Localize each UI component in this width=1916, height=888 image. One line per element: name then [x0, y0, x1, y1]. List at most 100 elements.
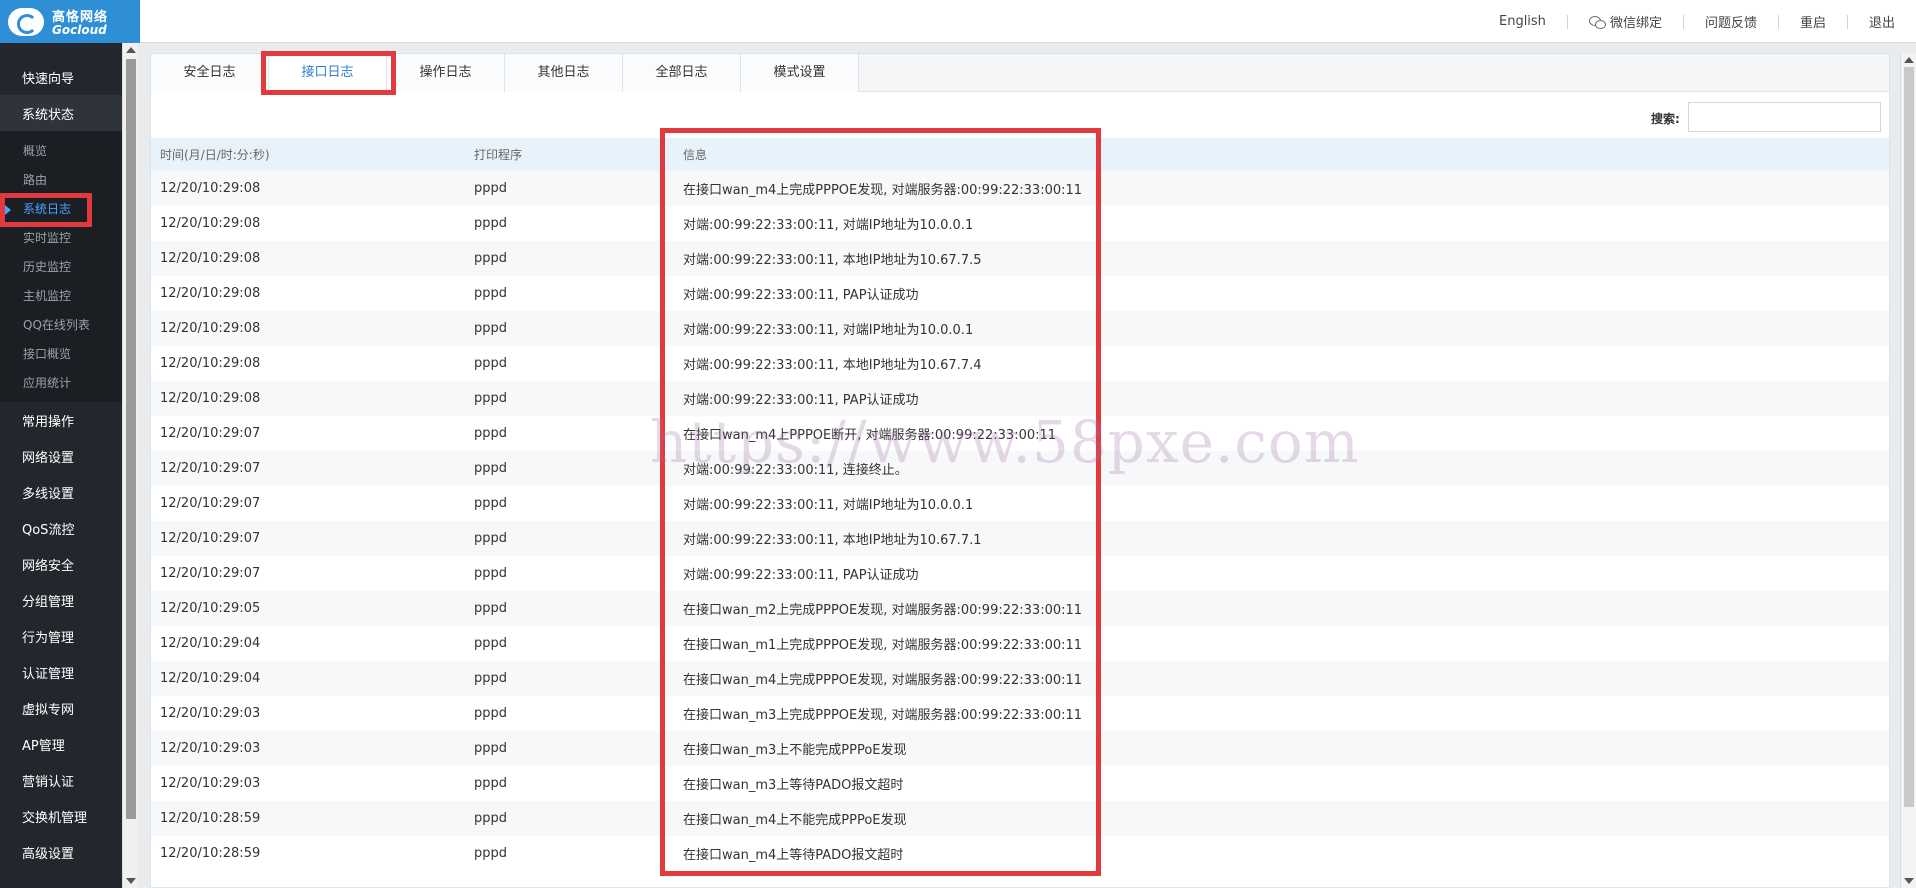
table-row[interactable]: 12/20/10:29:07 pppd 对端:00:99:22:33:00:11, …	[151, 486, 1889, 521]
table-row[interactable]: 12/20/10:29:03 pppd 在接口wan_m3上不能完成PPPoE发现	[151, 731, 1889, 766]
topnav-item-3[interactable]: 重启	[1777, 14, 1847, 31]
table-row[interactable]: 12/20/10:29:08 pppd 对端:00:99:22:33:00:11, …	[151, 311, 1889, 346]
topnav-label: 微信绑定	[1609, 16, 1662, 31]
table-row[interactable]: 12/20/10:29:04 pppd 在接口wan_m4上完成PPPOE发现, 对…	[151, 661, 1889, 696]
main-scroll-thumb[interactable]	[1904, 67, 1914, 807]
sidebar-group-3[interactable]: 网络设置	[0, 438, 122, 474]
sidebar-scroll-thumb[interactable]	[126, 59, 136, 819]
sidebar-scrollbar[interactable]	[122, 43, 138, 888]
column-time-header: 时间(月/日/时:分:秒)	[160, 148, 270, 162]
column-program-header: 打印程序	[474, 148, 523, 162]
table-row[interactable]: 12/20/10:29:07 pppd 对端:00:99:22:33:00:11, …	[151, 556, 1889, 591]
topnav-item-2[interactable]: 问题反馈	[1682, 14, 1778, 31]
column-program-cell: pppd	[474, 321, 508, 336]
sidebar-group-14[interactable]: 高级设置	[0, 834, 122, 870]
scroll-down-arrow-icon[interactable]	[1904, 878, 1914, 884]
sidebar-item-0[interactable]: 概览	[0, 137, 122, 166]
table-row[interactable]: 12/20/10:29:04 pppd 在接口wan_m1上完成PPPOE发现, 对…	[151, 626, 1889, 661]
table-row[interactable]: 12/20/10:29:08 pppd 对端:00:99:22:33:00:11, …	[151, 346, 1889, 381]
table-row[interactable]: 12/20/10:29:08 pppd 在接口wan_m4上完成PPPOE发现, 对…	[151, 171, 1889, 206]
tab-2[interactable]: 操作日志	[387, 54, 505, 92]
sidebar-group-1[interactable]: 系统状态	[0, 95, 122, 131]
topnav-label: 问题反馈	[1704, 16, 1757, 31]
sidebar-group-6[interactable]: 网络安全	[0, 546, 122, 582]
sidebar-group-8[interactable]: 行为管理	[0, 618, 122, 654]
sidebar-group-0[interactable]: 快速向导	[0, 59, 122, 95]
sidebar-item-8[interactable]: 应用统计	[0, 369, 122, 398]
column-time-cell: 12/20/10:29:03	[160, 741, 261, 756]
column-time-cell: 12/20/10:29:07	[160, 426, 261, 441]
sidebar-item-3[interactable]: 实时监控	[0, 224, 122, 253]
search-label: 搜索:	[1651, 112, 1680, 126]
wechat-icon	[1588, 15, 1606, 29]
column-program-cell: pppd	[474, 776, 508, 791]
scroll-down-arrow-icon[interactable]	[126, 878, 136, 884]
scroll-up-arrow-icon[interactable]	[1904, 57, 1914, 63]
table-row[interactable]: 12/20/10:28:59 pppd 在接口wan_m4上等待PADO报文超时	[151, 836, 1889, 871]
log-tabs: 安全日志 接口日志 操作日志 其他日志 全部日志 模式设置	[151, 54, 1889, 93]
column-info-cell: 在接口wan_m3上完成PPPOE发现, 对端服务器:00:99:22:33:0…	[683, 708, 1083, 723]
sidebar-item-6[interactable]: QQ在线列表	[0, 311, 122, 340]
main-scrollbar[interactable]	[1900, 53, 1916, 888]
column-time-cell: 12/20/10:28:59	[160, 846, 261, 861]
column-program-cell: pppd	[474, 706, 508, 721]
column-info-cell: 在接口wan_m4上不能完成PPPoE发现	[683, 813, 907, 828]
sidebar-item-2[interactable]: 系统日志	[0, 195, 122, 224]
tab-1[interactable]: 接口日志	[269, 54, 387, 93]
topnav-item-0[interactable]: English	[1478, 14, 1567, 29]
column-time-cell: 12/20/10:29:07	[160, 531, 261, 546]
table-row[interactable]: 12/20/10:29:07 pppd 对端:00:99:22:33:00:11, …	[151, 521, 1889, 556]
table-row[interactable]: 12/20/10:28:59 pppd 在接口wan_m4上不能完成PPPoE发现	[151, 801, 1889, 836]
table-row[interactable]: 12/20/10:29:08 pppd 对端:00:99:22:33:00:11, …	[151, 381, 1889, 416]
column-time-cell: 12/20/10:28:59	[160, 811, 261, 826]
sidebar-item-7[interactable]: 接口概览	[0, 340, 122, 369]
column-program-cell: pppd	[474, 741, 508, 756]
column-info-cell: 在接口wan_m4上等待PADO报文超时	[683, 848, 904, 863]
sidebar-group-12[interactable]: 营销认证	[0, 762, 122, 798]
column-program-cell: pppd	[474, 286, 508, 301]
tab-4[interactable]: 全部日志	[623, 54, 741, 92]
sidebar-group-10[interactable]: 虚拟专网	[0, 690, 122, 726]
column-program-cell: pppd	[474, 251, 508, 266]
column-program-cell: pppd	[474, 181, 508, 196]
topnav-item-4[interactable]: 退出	[1846, 14, 1916, 31]
column-program-cell: pppd	[474, 601, 508, 616]
sidebar-group-4[interactable]: 多线设置	[0, 474, 122, 510]
column-time-cell: 12/20/10:29:07	[160, 496, 261, 511]
column-program-cell: pppd	[474, 496, 508, 511]
sidebar-group-13[interactable]: 交换机管理	[0, 798, 122, 834]
sidebar: 快速向导 系统状态概览 路由 系统日志 实时监控 历史监控 主机监控 QQ在线列表 接口概览 应用…	[0, 43, 122, 888]
table-row[interactable]: 12/20/10:29:05 pppd 在接口wan_m2上完成PPPOE发现, 对…	[151, 591, 1889, 626]
table-row[interactable]: 12/20/10:29:08 pppd 对端:00:99:22:33:00:11, …	[151, 206, 1889, 241]
column-info-cell: 在接口wan_m4上PPPOE断开, 对端服务器:00:99:22:33:00:…	[683, 428, 1057, 443]
tab-0[interactable]: 安全日志	[151, 54, 269, 92]
column-program-cell: pppd	[474, 811, 508, 826]
table-row[interactable]: 12/20/10:29:07 pppd 在接口wan_m4上PPPOE断开, 对端服…	[151, 416, 1889, 451]
sidebar-group-5[interactable]: QoS流控	[0, 510, 122, 546]
topnav-label: 重启	[1799, 16, 1826, 31]
table-row[interactable]: 12/20/10:29:08 pppd 对端:00:99:22:33:00:11, …	[151, 276, 1889, 311]
table-row[interactable]: 12/20/10:29:03 pppd 在接口wan_m3上完成PPPOE发现, 对…	[151, 696, 1889, 731]
table-row[interactable]: 12/20/10:29:08 pppd 对端:00:99:22:33:00:11, …	[151, 241, 1889, 276]
table-row[interactable]: 12/20/10:29:03 pppd 在接口wan_m3上等待PADO报文超时	[151, 766, 1889, 801]
sidebar-group-2[interactable]: 常用操作	[0, 402, 122, 438]
search-input[interactable]	[1688, 102, 1881, 132]
sidebar-item-1[interactable]: 路由	[0, 166, 122, 195]
sidebar-group-7[interactable]: 分组管理	[0, 582, 122, 618]
tab-3[interactable]: 其他日志	[505, 54, 623, 92]
brand-logo[interactable]: 高恪网络 Gocloud	[0, 0, 140, 43]
topnav-label: 退出	[1868, 16, 1895, 31]
table-row[interactable]: 12/20/10:29:07 pppd 对端:00:99:22:33:00:11, …	[151, 451, 1889, 486]
sidebar-group-9[interactable]: 认证管理	[0, 654, 122, 690]
top-header: 高恪网络 Gocloud English 微信绑定 问题反馈 重启 退出	[0, 0, 1916, 43]
sidebar-item-4[interactable]: 历史监控	[0, 253, 122, 282]
column-info-cell: 在接口wan_m1上完成PPPOE发现, 对端服务器:00:99:22:33:0…	[683, 638, 1083, 653]
column-program-cell: pppd	[474, 566, 508, 581]
scroll-up-arrow-icon[interactable]	[126, 47, 136, 53]
sidebar-item-5[interactable]: 主机监控	[0, 282, 122, 311]
tab-5[interactable]: 模式设置	[741, 54, 859, 92]
log-panel: 安全日志 接口日志 操作日志 其他日志 全部日志 模式设置 搜索: 时间(月/日/时:分:…	[150, 53, 1890, 888]
sidebar-group-11[interactable]: AP管理	[0, 726, 122, 762]
topnav-item-1[interactable]: 微信绑定	[1566, 14, 1683, 31]
column-time-cell: 12/20/10:29:08	[160, 321, 261, 336]
